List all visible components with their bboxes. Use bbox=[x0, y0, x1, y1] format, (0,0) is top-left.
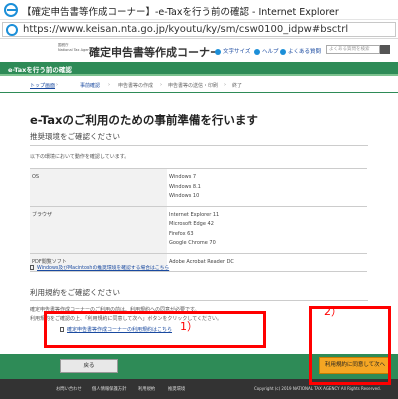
env-key-browser: ブラウザ bbox=[30, 205, 167, 254]
os-item: Windows 7 bbox=[169, 174, 197, 180]
faq-search-input[interactable]: よくある質問を検索 bbox=[326, 45, 380, 54]
browser-item: Microsoft Edge 42 bbox=[169, 221, 214, 227]
table-row: OS Windows 7 Windows 8.1 Windows 10 bbox=[30, 168, 367, 207]
env-heading-rule bbox=[30, 145, 368, 146]
copyright: Copyright (c) 2019 NATIONAL TAX AGENCY A… bbox=[254, 386, 381, 391]
url-text: https://www.keisan.nta.go.jp/kyoutu/ky/s… bbox=[23, 24, 349, 35]
terms-heading-rule bbox=[30, 300, 368, 301]
text-size-label: 文字サイズ bbox=[223, 49, 251, 55]
divider bbox=[0, 74, 398, 76]
section-bar: e-Taxを行う前の確認 bbox=[0, 62, 398, 74]
breadcrumb-end: 終了 bbox=[232, 83, 243, 89]
env-table: OS Windows 7 Windows 8.1 Windows 10 ブラウザ… bbox=[30, 168, 367, 272]
search-button[interactable] bbox=[380, 45, 390, 54]
env-key-os: OS bbox=[30, 168, 167, 207]
url-field[interactable]: https://www.keisan.nta.go.jp/kyoutu/ky/s… bbox=[2, 22, 396, 37]
terms-heading: 利用規約をご確認ください bbox=[30, 288, 120, 297]
breadcrumb-separator: › bbox=[108, 82, 110, 88]
footer-link-terms[interactable]: 利用規約 bbox=[138, 386, 155, 392]
breadcrumb-separator: › bbox=[56, 82, 58, 88]
browser-item: Google Chrome 70 bbox=[169, 240, 216, 246]
window-titlebar: 【確定申告書等作成コーナー】-e-Taxを行う前の確認 - Internet E… bbox=[0, 0, 398, 20]
help-icon bbox=[254, 48, 260, 55]
env-values-pdf: Adobe Acrobat Reader DC bbox=[167, 252, 367, 272]
window-title: 【確定申告書等作成コーナー】-e-Taxを行う前の確認 - Internet E… bbox=[22, 7, 339, 18]
env-note: 以下の環境において動作を確認しています。 bbox=[30, 154, 130, 160]
site-header: 国税庁 National Tax Agency 確定申告書等作成コーナー 文字サ… bbox=[0, 39, 398, 61]
annotation-box-1 bbox=[44, 311, 266, 348]
breadcrumb-precheck: 事前確認 bbox=[80, 83, 101, 89]
breadcrumb-send-print: 申告書等の送信・印刷 bbox=[168, 83, 219, 89]
env-heading: 推奨環境をご確認ください bbox=[30, 132, 120, 141]
breadcrumb-underline bbox=[0, 92, 398, 93]
browser-item: Firefox 63 bbox=[169, 230, 194, 237]
breadcrumb-separator: › bbox=[160, 82, 162, 88]
footer-link-environment[interactable]: 推奨環境 bbox=[168, 386, 185, 392]
help-label: ヘルプ bbox=[262, 49, 279, 55]
header-link-text-size[interactable]: 文字サイズ bbox=[215, 47, 250, 55]
os-item: Windows 8.1 bbox=[169, 183, 201, 190]
annotation-box-2 bbox=[309, 306, 391, 385]
env-details-link-text: Windows及びMacintoshの推奨環境を確認する場合はこちら bbox=[37, 266, 170, 271]
breadcrumb-separator: › bbox=[224, 82, 226, 88]
breadcrumb-create: 申告書等の作成 bbox=[118, 83, 154, 89]
breadcrumb: トップ画面 › 事前確認 › 申告書等の作成 › 申告書等の送信・印刷 › 終了 bbox=[0, 82, 398, 92]
internet-explorer-icon bbox=[4, 3, 18, 17]
env-values-os: Windows 7 Windows 8.1 Windows 10 bbox=[167, 168, 367, 207]
page-title: e-Taxのご利用のための事前準備を行います bbox=[30, 113, 258, 127]
back-button[interactable]: 戻る bbox=[60, 359, 118, 373]
address-bar: https://www.keisan.nta.go.jp/kyoutu/ky/s… bbox=[0, 20, 398, 39]
os-item: Windows 10 bbox=[169, 193, 200, 199]
document-icon bbox=[30, 265, 34, 270]
header-link-help[interactable]: ヘルプ bbox=[254, 47, 279, 55]
header-link-faq[interactable]: よくある質問 bbox=[280, 47, 321, 55]
breadcrumb-top[interactable]: トップ画面 bbox=[30, 82, 55, 89]
env-values-browser: Internet Explorer 11 Microsoft Edge 42 F… bbox=[167, 205, 367, 254]
browser-item: Internet Explorer 11 bbox=[169, 211, 220, 218]
pdf-item: Adobe Acrobat Reader DC bbox=[169, 258, 234, 265]
footer-link-contact[interactable]: お問い合わせ bbox=[56, 386, 82, 392]
site-title[interactable]: 確定申告書等作成コーナー bbox=[89, 44, 221, 60]
faq-label: よくある質問 bbox=[288, 49, 322, 55]
env-details-link[interactable]: Windows及びMacintoshの推奨環境を確認する場合はこちら bbox=[30, 264, 169, 271]
site-favicon-icon bbox=[6, 24, 18, 36]
faq-icon bbox=[280, 48, 286, 55]
section-bar-title: e-Taxを行う前の確認 bbox=[8, 66, 72, 74]
footer-link-privacy[interactable]: 個人情報保護方針 bbox=[92, 386, 126, 392]
annotation-label-1: 1） bbox=[180, 320, 198, 333]
table-row: ブラウザ Internet Explorer 11 Microsoft Edge… bbox=[30, 205, 367, 254]
annotation-label-2: 2） bbox=[324, 305, 342, 318]
text-size-icon bbox=[215, 48, 221, 55]
